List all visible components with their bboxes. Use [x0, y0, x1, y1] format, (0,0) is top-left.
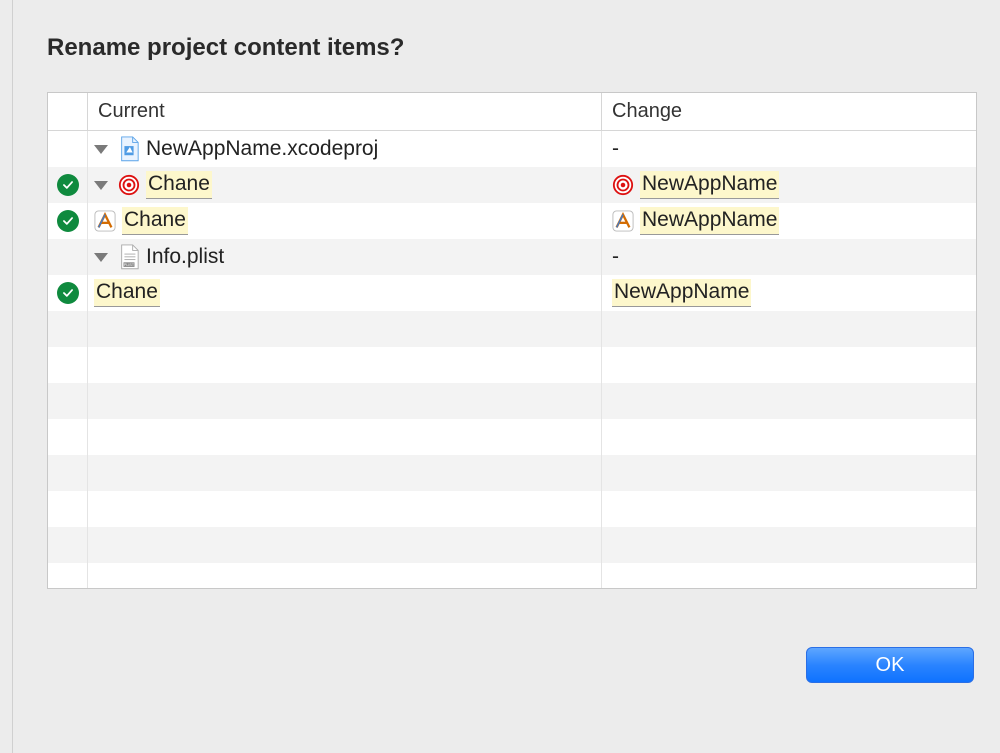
change-cell — [602, 347, 976, 383]
ok-button[interactable]: OK — [806, 647, 974, 683]
table-row — [48, 491, 976, 527]
table-row[interactable]: NewAppName.xcodeproj - — [48, 131, 976, 167]
change-label: - — [612, 137, 619, 161]
svg-text:PLIST: PLIST — [124, 263, 135, 267]
current-cell[interactable]: Chane — [88, 275, 602, 311]
table-row — [48, 455, 976, 491]
change-cell[interactable]: NewAppName — [602, 203, 976, 239]
check-icon — [57, 210, 79, 232]
current-cell — [88, 563, 602, 588]
change-label: NewAppName — [612, 279, 751, 306]
current-label: Chane — [146, 171, 212, 198]
change-label: NewAppName — [640, 207, 779, 234]
current-cell — [88, 383, 602, 419]
change-label: NewAppName — [640, 171, 779, 198]
app-icon — [94, 209, 116, 233]
table-row[interactable]: PLIST Info.plist - — [48, 239, 976, 275]
current-cell[interactable]: Chane — [88, 167, 602, 203]
table-body: NewAppName.xcodeproj-ChaneNewAppNameChan… — [48, 131, 976, 588]
change-cell[interactable]: - — [602, 131, 976, 167]
rename-table: Current Change NewAppName.xcodeproj - Chan… — [47, 92, 977, 589]
column-header-check[interactable] — [48, 93, 88, 130]
change-cell — [602, 419, 976, 455]
check-icon — [57, 282, 79, 304]
check-icon — [57, 174, 79, 196]
check-cell — [48, 491, 88, 527]
table-row — [48, 563, 976, 588]
plist-icon: PLIST — [118, 245, 140, 269]
check-cell — [48, 311, 88, 347]
change-cell[interactable]: NewAppName — [602, 275, 976, 311]
current-cell — [88, 491, 602, 527]
current-cell — [88, 527, 602, 563]
current-cell[interactable]: NewAppName.xcodeproj — [88, 131, 602, 167]
change-cell — [602, 527, 976, 563]
table-row — [48, 347, 976, 383]
check-cell — [48, 383, 88, 419]
current-label: Info.plist — [146, 245, 224, 269]
change-cell — [602, 383, 976, 419]
current-label: Chane — [94, 279, 160, 306]
table-row[interactable]: Chane NewAppName — [48, 275, 976, 311]
table-row — [48, 311, 976, 347]
check-cell[interactable] — [48, 239, 88, 275]
change-cell — [602, 563, 976, 588]
table-row — [48, 383, 976, 419]
disclosure-triangle-icon[interactable] — [94, 253, 108, 262]
check-cell — [48, 419, 88, 455]
check-cell[interactable] — [48, 167, 88, 203]
change-cell — [602, 311, 976, 347]
change-cell[interactable]: - — [602, 239, 976, 275]
current-cell[interactable]: PLIST Info.plist — [88, 239, 602, 275]
current-label: Chane — [122, 207, 188, 234]
check-cell — [48, 347, 88, 383]
column-header-current[interactable]: Current — [88, 93, 602, 130]
xcodeproj-icon — [118, 137, 140, 161]
table-row[interactable]: Chane NewAppName — [48, 203, 976, 239]
check-cell — [48, 455, 88, 491]
change-cell — [602, 455, 976, 491]
disclosure-triangle-icon[interactable] — [94, 145, 108, 154]
current-cell — [88, 419, 602, 455]
table-row[interactable]: Chane NewAppName — [48, 167, 976, 203]
check-cell — [48, 527, 88, 563]
check-cell[interactable] — [48, 131, 88, 167]
rename-dialog-sheet: Rename project content items? Current Ch… — [12, 0, 1000, 753]
current-cell[interactable]: Chane — [88, 203, 602, 239]
change-label: - — [612, 245, 619, 269]
column-header-change[interactable]: Change — [602, 93, 976, 130]
dialog-title: Rename project content items? — [47, 34, 974, 62]
disclosure-triangle-icon[interactable] — [94, 181, 108, 190]
current-cell — [88, 311, 602, 347]
target-icon — [118, 173, 140, 197]
table-row — [48, 419, 976, 455]
current-cell — [88, 347, 602, 383]
check-cell[interactable] — [48, 275, 88, 311]
change-cell — [602, 491, 976, 527]
app-icon — [612, 209, 634, 233]
dialog-footer: OK — [47, 647, 974, 683]
table-header: Current Change — [48, 93, 976, 131]
target-icon — [612, 173, 634, 197]
current-label: NewAppName.xcodeproj — [146, 137, 378, 161]
check-cell — [48, 563, 88, 588]
current-cell — [88, 455, 602, 491]
table-row — [48, 527, 976, 563]
check-cell[interactable] — [48, 203, 88, 239]
change-cell[interactable]: NewAppName — [602, 167, 976, 203]
